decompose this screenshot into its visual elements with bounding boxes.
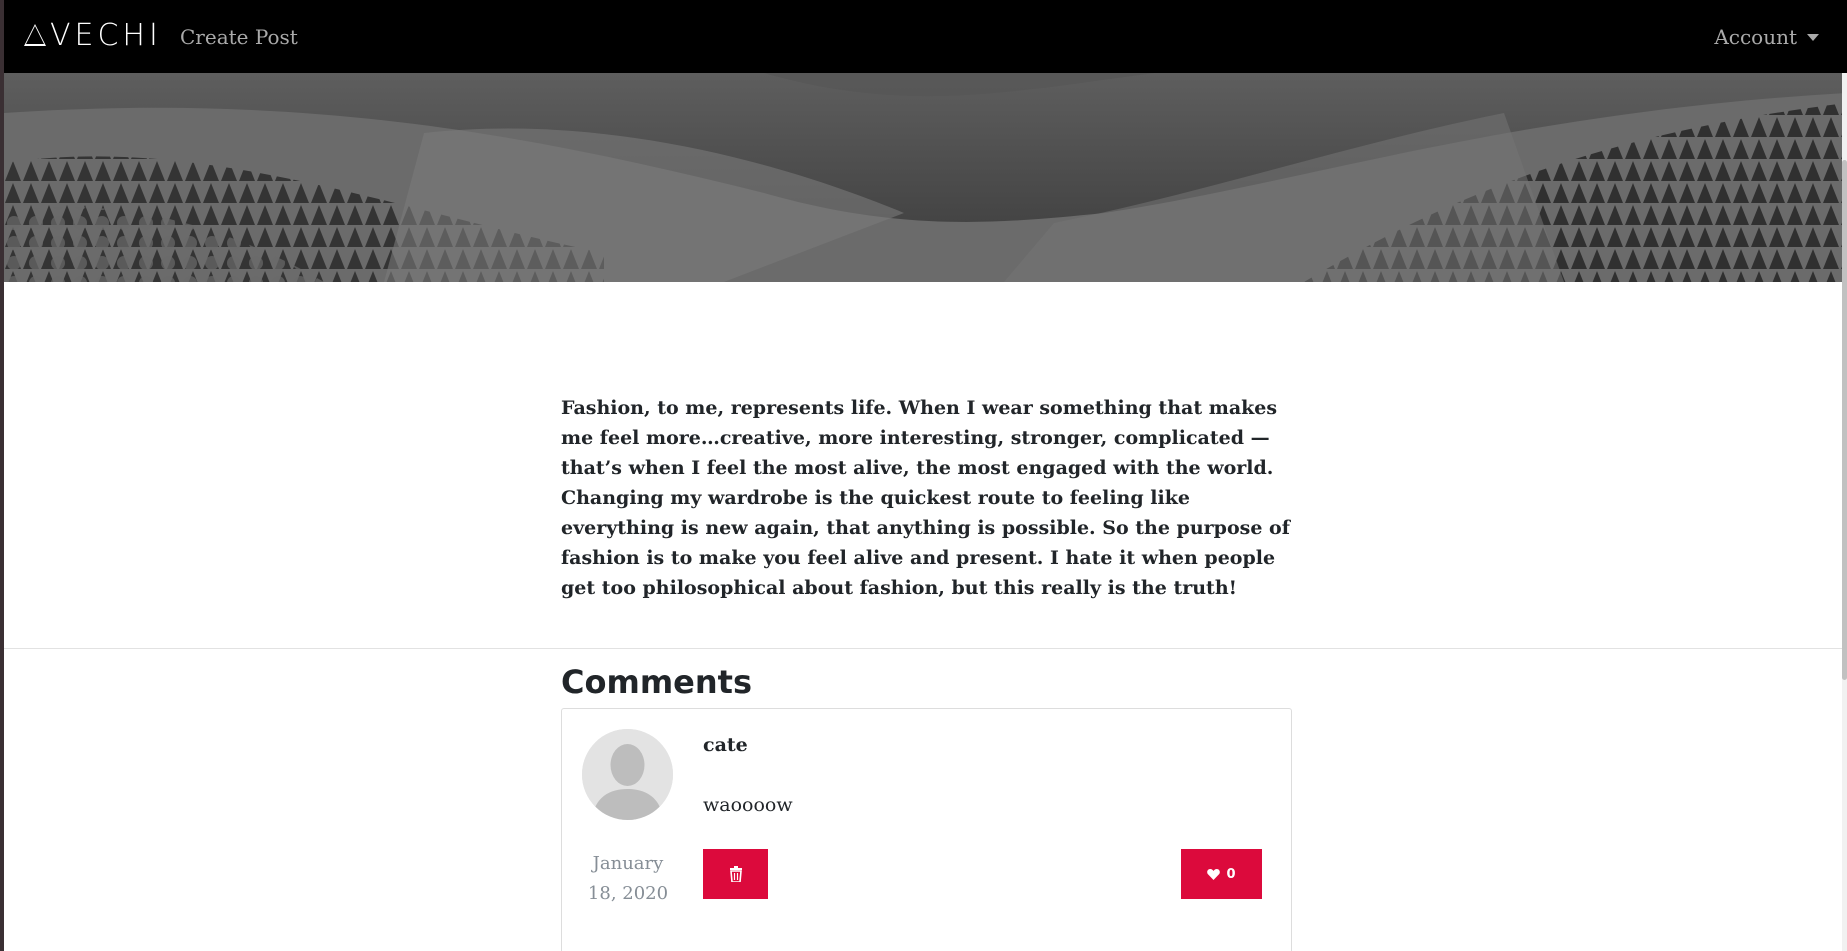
user-avatar-icon xyxy=(582,729,673,820)
triangle-logo-icon xyxy=(24,24,46,46)
comment-card: cate waoooow January 18, 2020 0 xyxy=(561,708,1292,951)
brand-name: VECHI xyxy=(50,18,162,53)
avatar-silhouette xyxy=(582,729,673,820)
like-comment-button[interactable]: 0 xyxy=(1181,849,1262,899)
delete-comment-button[interactable] xyxy=(703,849,768,899)
comments-heading: Comments xyxy=(561,663,752,701)
comment-author: cate xyxy=(703,734,748,756)
comment-text: waoooow xyxy=(703,794,793,816)
heart-icon xyxy=(1207,869,1221,880)
page-scrollbar[interactable] xyxy=(1842,0,1847,951)
account-label: Account xyxy=(1714,25,1797,49)
caret-down-icon xyxy=(1807,33,1819,41)
brand-logo[interactable]: VECHI xyxy=(24,18,162,54)
top-navbar: VECHI Create Post Account xyxy=(4,0,1847,73)
scrollbar-thumb[interactable] xyxy=(1842,160,1847,680)
create-post-link[interactable]: Create Post xyxy=(180,24,298,50)
account-dropdown[interactable]: Account xyxy=(1714,24,1819,50)
hero-landscape-graphic xyxy=(4,73,1846,282)
comment-date: January 18, 2020 xyxy=(587,853,669,904)
article-body: Fashion, to me, represents life. When I … xyxy=(561,397,1290,599)
page: VECHI Create Post Account Fashion, to me… xyxy=(0,0,1847,951)
like-count: 0 xyxy=(1226,866,1236,882)
hero-landscape-image xyxy=(4,73,1846,282)
section-divider xyxy=(4,648,1846,649)
trash-icon xyxy=(729,866,742,882)
